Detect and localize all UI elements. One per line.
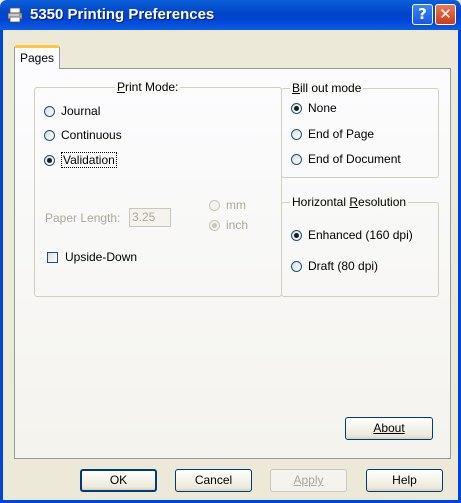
radio-button-selected[interactable] (291, 229, 302, 241)
close-button[interactable]: ✕ (435, 4, 456, 25)
horizontal-resolution-title-rest: esolution (358, 195, 407, 209)
radio-label-journal: Journal (61, 104, 101, 118)
radio-label-end-of-document: End of Document (308, 152, 401, 166)
radio-button-selected[interactable] (44, 154, 55, 166)
radio-label-draft: Draft (80 dpi) (308, 259, 379, 273)
about-button-label: About (373, 421, 405, 435)
horizontal-resolution-title-pre: Horizontal (292, 195, 350, 209)
tab-pages[interactable]: Pages (14, 45, 60, 69)
radio-button[interactable] (291, 128, 302, 140)
radio-button-selected[interactable] (209, 219, 220, 231)
print-mode-group: Print Mode: Journal Continuous Validatio… (34, 80, 282, 297)
bill-out-mode-title: Bill out mode (290, 81, 364, 95)
radio-mm[interactable]: mm (209, 198, 246, 212)
cancel-button[interactable]: Cancel (175, 469, 252, 492)
radio-none[interactable]: None (291, 101, 337, 115)
radio-draft[interactable]: Draft (80 dpi) (291, 259, 378, 273)
radio-button[interactable] (291, 153, 302, 165)
radio-label-none: None (308, 101, 337, 115)
about-button[interactable]: About (345, 417, 433, 440)
radio-button-selected[interactable] (291, 102, 302, 114)
print-mode-title: Print Mode: (115, 80, 181, 94)
apply-button-label: Apply (293, 473, 324, 487)
radio-end-of-page[interactable]: End of Page (291, 127, 374, 141)
radio-journal[interactable]: Journal (44, 104, 100, 118)
paper-length-input[interactable]: 3.25 (129, 208, 171, 227)
tab-panel-pages: Print Mode: Journal Continuous Validatio… (14, 68, 451, 459)
printer-icon (7, 7, 23, 23)
radio-button[interactable] (44, 105, 55, 117)
radio-end-of-document[interactable]: End of Document (291, 152, 401, 166)
print-mode-title-rest: rint Mode: (125, 80, 179, 94)
checkbox-upside-down[interactable]: Upside-Down (47, 250, 137, 264)
horizontal-resolution-title: Horizontal Resolution (290, 195, 409, 209)
title-bar[interactable]: 5350 Printing Preferences ? ✕ (0, 0, 461, 30)
paper-length-label: Paper Length: (45, 211, 121, 225)
radio-enhanced[interactable]: Enhanced (160 dpi) (291, 228, 413, 242)
radio-label-continuous: Continuous (61, 128, 122, 142)
radio-label-mm: mm (226, 198, 246, 212)
radio-validation[interactable]: Validation (44, 152, 117, 168)
radio-button[interactable] (291, 260, 302, 272)
apply-button[interactable]: Apply (270, 469, 347, 492)
window-title: 5350 Printing Preferences (30, 6, 215, 23)
help-title-button[interactable]: ? (412, 4, 433, 25)
help-button[interactable]: Help (366, 469, 443, 492)
window-frame-left (0, 30, 3, 503)
radio-label-enhanced: Enhanced (160 dpi) (308, 228, 413, 242)
radio-inch[interactable]: inch (209, 218, 248, 232)
printing-preferences-window: 5350 Printing Preferences ? ✕ Pages Prin… (0, 0, 461, 503)
radio-continuous[interactable]: Continuous (44, 128, 122, 142)
checkbox[interactable] (47, 251, 58, 263)
radio-label-end-of-page: End of Page (308, 127, 375, 141)
radio-label-inch: inch (226, 218, 249, 232)
horizontal-resolution-group: Horizontal Resolution Enhanced (160 dpi)… (281, 195, 439, 297)
ok-button[interactable]: OK (80, 469, 157, 492)
bill-out-mode-title-rest: ill out mode (300, 81, 362, 95)
radio-button[interactable] (44, 129, 55, 141)
radio-button[interactable] (209, 199, 220, 211)
bill-out-mode-group: Bill out mode None End of Page End of Do… (281, 81, 439, 178)
radio-label-validation: Validation (61, 152, 117, 168)
checkbox-label-upside-down: Upside-Down (65, 250, 138, 264)
